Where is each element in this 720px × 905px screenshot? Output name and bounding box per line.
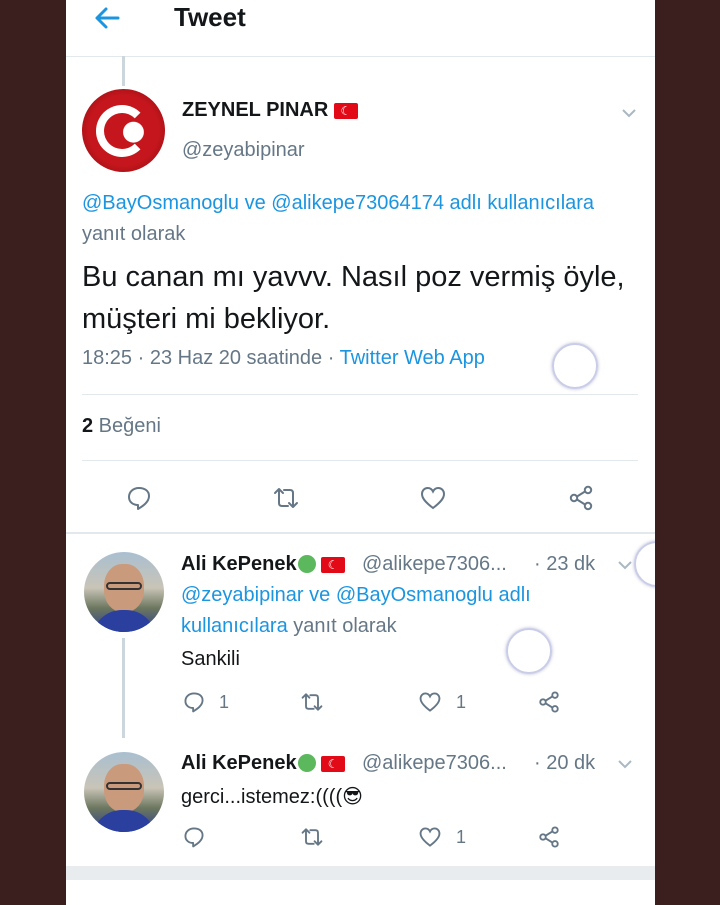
like-count: 1 xyxy=(456,692,467,712)
users-link[interactable]: adlı kullanıcılara xyxy=(444,192,595,214)
like-button[interactable] xyxy=(418,825,442,849)
retweet-icon xyxy=(274,488,298,508)
reply-icon xyxy=(184,692,204,713)
reply-time[interactable]: · 23 dk xyxy=(534,553,595,576)
tweet-meta: 18:25 · 23 Haz 20 saatinde · Twitter Web… xyxy=(82,347,485,370)
display-name: Ali KePenek xyxy=(181,553,297,575)
share-button[interactable] xyxy=(537,825,561,849)
reply-joiner: ve xyxy=(239,192,272,214)
mention-link[interactable]: @alikepe73064174 xyxy=(271,192,444,214)
author-handle[interactable]: @zeyabipinar xyxy=(182,139,305,162)
mention-link[interactable]: @zeyabipinar xyxy=(181,584,304,606)
section-separator xyxy=(66,532,655,534)
reply-count: 1 xyxy=(219,692,230,712)
turkey-flag-icon: ☾ xyxy=(321,556,346,573)
tweet-page: Tweet ZEYNEL PINAR ☾ @zeyabipinar @BayOs… xyxy=(66,0,655,905)
thread-line xyxy=(122,56,125,86)
divider xyxy=(82,394,638,395)
reply-icon xyxy=(128,487,150,510)
footer-separator xyxy=(66,866,655,880)
likes-label: Beğeni xyxy=(93,415,161,437)
chevron-down-icon[interactable] xyxy=(618,558,632,572)
share-icon xyxy=(569,485,593,511)
author-name[interactable]: ZEYNEL PINAR ☾ xyxy=(182,99,358,122)
like-button[interactable] xyxy=(419,484,447,512)
like-count: 1 xyxy=(456,827,467,847)
display-name: Ali KePenek xyxy=(181,752,297,774)
reply-context: @zeyabipinar ve @BayOsmanoglu adlı kulla… xyxy=(181,580,621,642)
reply-icon xyxy=(184,827,204,848)
share-button[interactable] xyxy=(537,690,561,714)
turkey-flag-icon: ☾ xyxy=(333,102,358,119)
back-arrow-icon[interactable] xyxy=(92,3,122,33)
reply-author-name[interactable]: Ali KePenek ☾ xyxy=(181,752,346,775)
page-title: Tweet xyxy=(174,2,246,32)
touch-indicator xyxy=(552,343,598,389)
reply-text: gerci...istemez:((((😎 xyxy=(181,786,363,808)
mention-link[interactable]: @BayOsmanoglu xyxy=(336,584,493,606)
reply-button[interactable] xyxy=(182,825,206,849)
avatar[interactable] xyxy=(84,552,164,632)
retweet-button[interactable] xyxy=(300,690,324,714)
share-icon xyxy=(539,826,559,848)
chevron-down-icon[interactable] xyxy=(618,757,632,771)
reply-context: @BayOsmanoglu ve @alikepe73064174 adlı k… xyxy=(82,188,602,250)
likes-summary[interactable]: 2 Beğeni xyxy=(82,415,161,438)
thread-line xyxy=(122,638,125,738)
reply-author-handle[interactable]: @alikepe7306... xyxy=(362,553,507,576)
like-icon xyxy=(419,692,441,712)
touch-indicator xyxy=(634,541,655,587)
like-button[interactable] xyxy=(418,690,442,714)
reply-suffix: yanıt olarak xyxy=(287,615,397,637)
share-icon xyxy=(539,691,559,713)
likes-count: 2 xyxy=(82,415,94,437)
tweet-text: Bu canan mı yavvv. Nasıl poz vermiş öyle… xyxy=(82,261,625,335)
touch-indicator xyxy=(506,628,552,674)
display-name: ZEYNEL PINAR xyxy=(182,99,329,121)
reply-button[interactable] xyxy=(182,690,206,714)
reply-button[interactable] xyxy=(125,484,153,512)
turkey-flag-icon: ☾ xyxy=(321,755,346,772)
retweet-icon xyxy=(301,693,323,711)
like-icon xyxy=(419,827,441,847)
mention-link[interactable]: @BayOsmanoglu xyxy=(82,192,239,214)
source-link[interactable]: Twitter Web App xyxy=(340,347,485,369)
tweet-timestamp: 18:25 · 23 Haz 20 saatinde · xyxy=(82,347,340,369)
reply-suffix: yanıt olarak xyxy=(82,223,186,245)
green-circle-icon xyxy=(297,754,316,772)
retweet-icon xyxy=(301,828,323,846)
reply-joiner: ve xyxy=(303,584,336,606)
chevron-down-icon[interactable] xyxy=(622,106,636,120)
retweet-button[interactable] xyxy=(272,484,300,512)
like-icon xyxy=(420,486,446,510)
reply-time[interactable]: · 20 dk xyxy=(534,752,595,775)
reply-author-handle[interactable]: @alikepe7306... xyxy=(362,752,507,775)
green-circle-icon xyxy=(297,555,316,573)
retweet-button[interactable] xyxy=(300,825,324,849)
top-bar: Tweet xyxy=(66,0,655,57)
avatar[interactable] xyxy=(82,89,165,172)
share-button[interactable] xyxy=(567,484,595,512)
reply-text: Sankili xyxy=(181,648,240,670)
avatar[interactable] xyxy=(84,752,164,832)
reply-author-name[interactable]: Ali KePenek ☾ xyxy=(181,553,346,576)
divider xyxy=(82,460,638,461)
